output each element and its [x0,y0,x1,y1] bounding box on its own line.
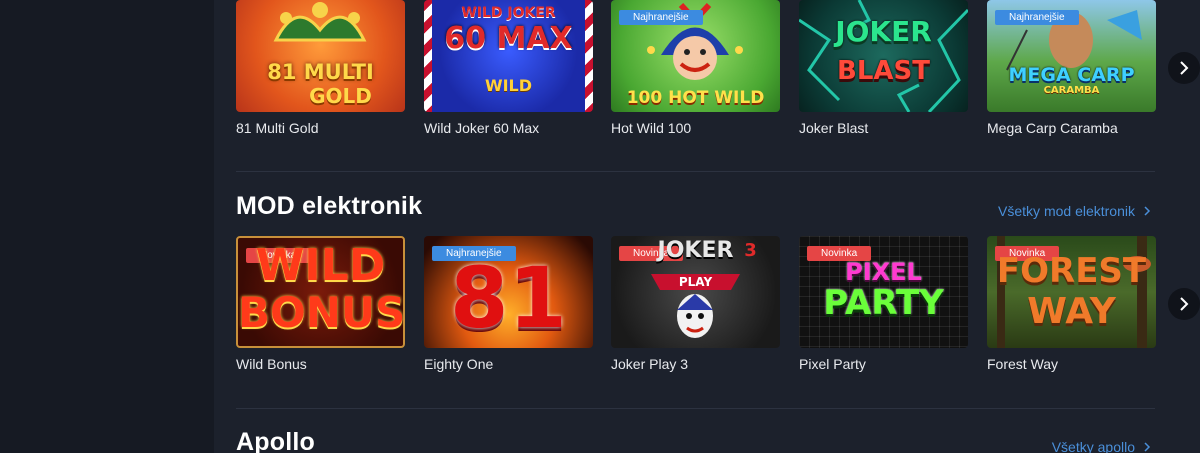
game-row-top: 81 MULTI GOLD 81 Multi Gold WILD JOKER 6… [236,0,1200,140]
game-title[interactable]: 81 Multi Gold [236,120,405,136]
view-all-label: Všetky apollo [1051,439,1135,453]
game-title[interactable]: Mega Carp Caramba [987,120,1156,136]
carousel-next-button[interactable] [1168,52,1200,84]
section-title: MOD elektronik [236,192,423,220]
game-title[interactable]: Joker Play 3 [611,356,780,372]
view-all-apollo-link[interactable]: Všetky apollo [1052,439,1151,453]
game-card[interactable]: WILD JOKER 60 MAX WILD Wild Joker 60 Max [424,0,593,136]
game-art-text: WILD [484,76,533,95]
game-card[interactable]: Najhranejšie 81 Eighty One [424,236,593,372]
game-art-text: PARTY [823,283,944,323]
badge-most-played: Najhranejšie [995,10,1079,25]
game-title[interactable]: Joker Blast [799,120,968,136]
badge-most-played: Najhranejšie [619,10,703,25]
game-card[interactable]: JOKER BLAST Joker Blast [799,0,968,136]
game-art-text: WAY [1027,291,1116,332]
game-art-text: 60 MAX [444,21,573,56]
game-thumbnail[interactable]: JOKER BLAST [799,0,968,112]
game-art-text: PLAY [678,275,713,289]
game-art-text: 100 HOT WILD [626,88,765,108]
game-card[interactable]: Novinka PIXEL PARTY Pixel Party [799,236,968,372]
carousel-next-button[interactable] [1168,288,1200,320]
chevron-right-icon [1144,442,1151,452]
game-thumbnail[interactable]: Novinka FOREST WAY [987,236,1156,348]
game-title[interactable]: Forest Way [987,356,1156,372]
game-row-mod: Novinka WILD BONUS Wild Bonus Najhranejš… [236,236,1200,376]
game-title[interactable]: Eighty One [424,356,593,372]
game-art-text: 3 [744,240,757,261]
game-title[interactable]: Wild Bonus [236,356,405,372]
game-art-text: BONUS [238,288,405,337]
game-card[interactable]: Novinka JOKER PLAY 3 Joker Play 3 [611,236,780,372]
section-apollo: Apollo Všetky apollo [236,428,1155,453]
game-art-text: 81 [450,249,567,347]
game-art-text: BLAST [837,56,930,86]
game-art-text: CARAMBA [1043,85,1100,96]
left-sidebar [0,0,214,453]
game-card[interactable]: 81 MULTI GOLD 81 Multi Gold [236,0,405,136]
game-thumbnail[interactable]: Najhranejšie MEGA CARP CARAMBA [987,0,1156,112]
game-art-text: 81 MULTI [267,60,374,84]
section-title: Apollo [236,428,315,453]
game-title[interactable]: Pixel Party [799,356,968,372]
game-art-text: GOLD [309,84,372,108]
game-thumbnail[interactable]: Novinka JOKER PLAY 3 [611,236,780,348]
chevron-right-icon [1180,61,1189,75]
game-art-text: MEGA CARP [1008,64,1135,86]
game-card[interactable]: Najhranejšie MEGA CARP CARAMBA Mega Carp… [987,0,1156,136]
game-thumbnail[interactable]: Novinka PIXEL PARTY [799,236,968,348]
view-all-label: Všetky mod elektronik [998,203,1135,219]
game-title[interactable]: Hot Wild 100 [611,120,780,136]
game-art-text: JOKER [835,15,932,48]
game-thumbnail[interactable]: Novinka WILD BONUS [236,236,405,348]
section-divider [236,408,1155,409]
main-content: 81 MULTI GOLD 81 Multi Gold WILD JOKER 6… [214,0,1200,453]
game-thumbnail[interactable]: WILD JOKER 60 MAX WILD [424,0,593,112]
chevron-right-icon [1180,297,1189,311]
section-divider [236,171,1155,172]
game-art-text: PIXEL [845,258,922,286]
view-all-mod-link[interactable]: Všetky mod elektronik [998,203,1151,219]
chevron-right-icon [1144,206,1151,216]
game-title[interactable]: Wild Joker 60 Max [424,120,593,136]
game-card[interactable]: Najhranejšie 100 HOT WILD Hot Wild 100 [611,0,780,136]
game-thumbnail[interactable]: 81 MULTI GOLD [236,0,405,112]
game-art-text: WILD [255,240,386,291]
game-thumbnail[interactable]: Najhranejšie 81 [424,236,593,348]
section-mod-elektronik: MOD elektronik Všetky mod elektronik [236,192,1155,222]
game-card[interactable]: Novinka WILD BONUS Wild Bonus [236,236,405,372]
game-art-text: WILD JOKER [461,5,556,21]
game-card[interactable]: Novinka FOREST WAY Forest Way [987,236,1156,372]
game-art-text: FOREST [996,251,1147,291]
game-thumbnail[interactable]: Najhranejšie 100 HOT WILD [611,0,780,112]
